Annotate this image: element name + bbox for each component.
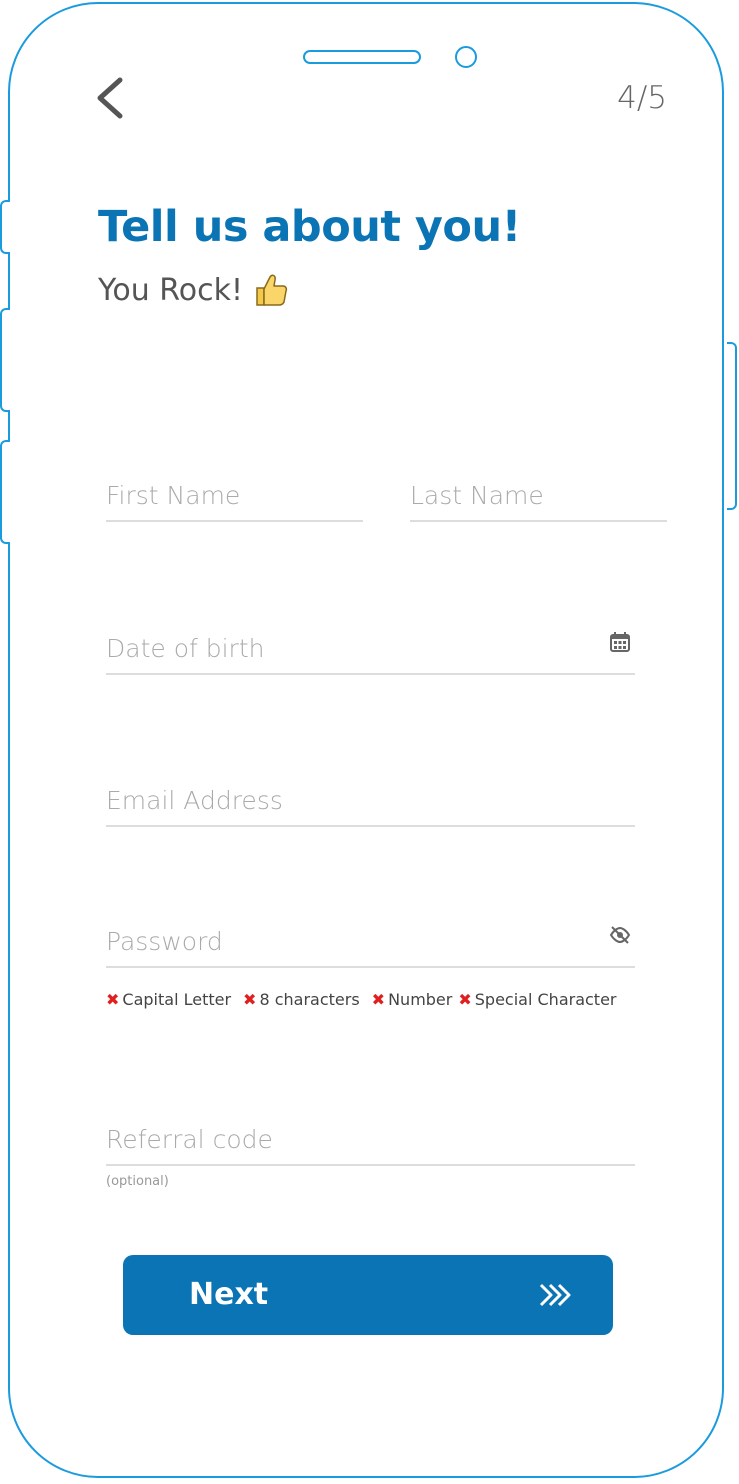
password-rule: ✖ Capital Letter [106,990,231,1009]
password-rules: ✖ Capital Letter ✖ 8 characters ✖ Number… [106,990,617,1009]
rule-unmet-icon: ✖ [371,990,386,1009]
page-title: Tell us about you! [98,202,521,252]
rule-label: Capital Letter [122,990,232,1009]
rule-unmet-icon: ✖ [243,990,257,1009]
rule-unmet-icon: ✖ [106,990,120,1009]
first-name-field [106,460,363,522]
password-rule: ✖ Number [372,990,453,1009]
last-name-field [410,460,667,522]
password-rule: ✖ 8 characters [243,990,360,1009]
dob-field [106,603,635,675]
rule-label: 8 characters [259,990,360,1009]
referral-field [106,1092,635,1166]
dob-input[interactable] [106,634,635,663]
phone-side-button [0,308,10,412]
back-button[interactable] [92,74,132,122]
email-field [106,755,635,827]
phone-camera [455,46,477,68]
phone-side-button [0,440,10,544]
next-label: Next [189,1277,269,1312]
phone-side-button [727,342,737,510]
double-chevron-right-icon [539,1283,571,1307]
page-subtitle: You Rock! [98,272,289,308]
last-name-input[interactable] [410,481,667,510]
step-indicator: 4/5 [617,80,667,116]
email-input[interactable] [106,786,635,815]
next-button[interactable]: Next [123,1255,613,1335]
thumbs-up-icon [256,274,288,306]
referral-hint: (optional) [106,1174,169,1189]
rule-label: Special Character [474,990,617,1009]
calendar-icon[interactable] [609,631,631,653]
password-field [106,906,635,968]
chevron-left-icon [97,77,123,119]
phone-side-button [0,200,10,254]
eye-off-icon[interactable] [609,924,631,946]
password-input[interactable] [106,927,635,956]
referral-input[interactable] [106,1125,635,1154]
rule-label: Number [388,990,453,1009]
phone-speaker [303,50,421,64]
password-rule: ✖ Special Character [458,990,616,1009]
first-name-input[interactable] [106,481,363,510]
subtitle-text: You Rock! [98,272,243,308]
rule-unmet-icon: ✖ [458,990,472,1009]
